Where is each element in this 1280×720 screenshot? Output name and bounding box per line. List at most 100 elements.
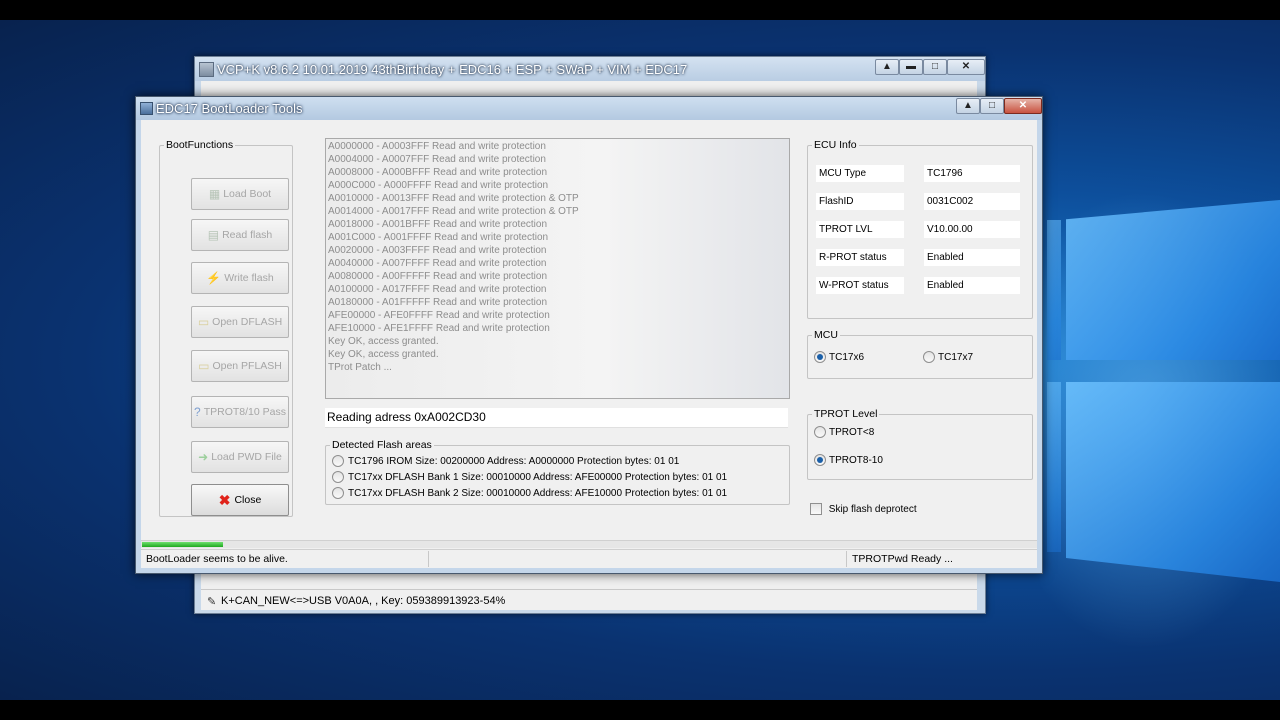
load-boot-label: Load Boot — [223, 188, 272, 200]
read-flash-label: Read flash — [222, 229, 273, 241]
ecu-info-key: MCU Type — [816, 165, 904, 182]
tprot-option-label: TPROT8-10 — [829, 454, 883, 466]
status-right-text: TPROTPwd Ready ... — [852, 553, 953, 565]
tprot-pass-label: TPROT8/10 Pass — [203, 406, 286, 418]
progress-bar — [141, 540, 1037, 548]
close-label: Close — [234, 494, 262, 506]
ecu-info-row: W-PROT status Enabled — [816, 277, 1024, 294]
vcp-minimize-button[interactable]: ▲ — [875, 59, 899, 75]
log-line: A0018000 - A001BFFF Read and write prote… — [328, 219, 548, 230]
ecu-info-group: ECU Info MCU Type TC1796 FlashID 0031C00… — [807, 139, 1033, 319]
skip-flash-deprotect-checkbox[interactable] — [810, 503, 822, 515]
skip-flash-deprotect-option[interactable]: Skip flash deprotect — [810, 503, 917, 515]
tprot-option-lt8[interactable]: TPROT<8 — [814, 426, 874, 438]
flash-area-row[interactable]: TC1796 IROM Size: 00200000 Address: A000… — [332, 455, 679, 467]
tprot-option-8-10[interactable]: TPROT8-10 — [814, 454, 883, 466]
ecu-info-value[interactable]: Enabled — [924, 249, 1020, 266]
edc-statusbar: BootLoader seems to be alive. TPROTPwd R… — [141, 549, 1037, 568]
close-icon: ✖ — [218, 491, 231, 508]
edc-titlebar[interactable]: EDC17 BootLoader Tools ▲ □ ✕ — [136, 97, 1042, 120]
log-line: A0008000 - A000BFFF Read and write prote… — [328, 167, 548, 178]
log-line: A0000000 - A0003FFF Read and write prote… — [328, 141, 546, 152]
write-flash-button[interactable]: ⚡ Write flash — [191, 262, 289, 294]
edc-maximize-button[interactable]: □ — [980, 98, 1004, 114]
windows-logo-pane-top — [1066, 200, 1280, 360]
log-line: A0080000 - A00FFFFF Read and write prote… — [328, 271, 548, 282]
read-flash-button[interactable]: ▤ Read flash — [191, 219, 289, 251]
log-line: AFE00000 - AFE0FFFF Read and write prote… — [328, 310, 550, 321]
ecu-info-row: MCU Type TC1796 — [816, 165, 1024, 182]
edc-minimize-button[interactable]: ▲ — [956, 98, 980, 114]
log-line: Key OK, access granted. — [328, 336, 439, 347]
mcu-option-label: TC17x6 — [829, 351, 865, 363]
open-dflash-button[interactable]: ▭ Open DFLASH — [191, 306, 289, 338]
load-pwd-file-label: Load PWD File — [211, 451, 282, 463]
tprot-radio-lt8[interactable] — [814, 426, 826, 438]
vcp-maximize-button[interactable]: □ — [923, 59, 947, 75]
ecu-info-value[interactable]: Enabled — [924, 277, 1020, 294]
tprot-level-group: TPROT Level TPROT<8 TPROT8-10 — [807, 408, 1033, 480]
log-line: A0040000 - A007FFFF Read and write prote… — [328, 258, 547, 269]
flash-area-label: TC1796 IROM Size: 00200000 Address: A000… — [348, 455, 680, 467]
tprot-pass-button[interactable]: ? TPROT8/10 Pass — [191, 396, 289, 428]
ecu-info-key: TPROT LVL — [816, 221, 904, 238]
reading-address-field: Reading adress 0xA002CD30 — [325, 408, 788, 428]
load-pwd-file-button[interactable]: ➜ Load PWD File — [191, 441, 289, 473]
edc-app-icon — [140, 102, 153, 115]
log-output[interactable]: A0000000 - A0003FFF Read and write prote… — [325, 138, 790, 399]
edc-client-area: BootFunctions ▦ Load Boot ▤ Read flash ⚡… — [141, 120, 1037, 568]
open-dflash-label: Open DFLASH — [212, 316, 283, 328]
log-line: A0014000 - A0017FFF Read and write prote… — [328, 206, 579, 217]
edc-window-title: EDC17 BootLoader Tools — [156, 101, 303, 116]
log-line: TProt Patch ... — [328, 362, 392, 373]
flash-area-row[interactable]: TC17xx DFLASH Bank 2 Size: 00010000 Addr… — [332, 487, 727, 499]
log-line: A000C000 - A000FFFF Read and write prote… — [328, 180, 549, 191]
status-separator — [846, 551, 847, 567]
boot-functions-group: BootFunctions ▦ Load Boot ▤ Read flash ⚡… — [159, 139, 293, 517]
mcu-option-tc17x7[interactable]: TC17x7 — [923, 351, 973, 363]
app-icon — [199, 62, 214, 77]
log-line: A0020000 - A003FFFF Read and write prote… — [328, 245, 547, 256]
ecu-info-value[interactable]: TC1796 — [924, 165, 1020, 182]
log-line: A0100000 - A017FFFF Read and write prote… — [328, 284, 547, 295]
flash-area-label: TC17xx DFLASH Bank 1 Size: 00010000 Addr… — [348, 471, 728, 483]
mcu-option-label: TC17x7 — [938, 351, 974, 363]
mcu-option-tc17x6[interactable]: TC17x6 — [814, 351, 864, 363]
detected-flash-group: Detected Flash areas TC1796 IROM Size: 0… — [325, 439, 790, 505]
ecu-info-value[interactable]: V10.00.00 — [924, 221, 1020, 238]
boot-functions-legend: BootFunctions — [166, 139, 234, 151]
flash-area-radio[interactable] — [332, 455, 344, 467]
vcp-restore-button[interactable]: ▬ — [899, 59, 923, 75]
tprot-radio-8-10[interactable] — [814, 454, 826, 466]
arrow-right-icon: ➜ — [198, 450, 209, 464]
mcu-legend: MCU — [814, 329, 838, 341]
close-button[interactable]: ✖ Close — [191, 484, 289, 516]
windows-logo-pane-left-bottom — [1047, 382, 1061, 552]
vcp-close-button[interactable]: ✕ — [947, 59, 985, 75]
flash-area-label: TC17xx DFLASH Bank 2 Size: 00010000 Addr… — [348, 487, 728, 499]
vcp-window-title: VCP+K v8.6.2 10.01.2019 43thBirthday + E… — [217, 62, 688, 77]
mcu-radio-tc17x7[interactable] — [923, 351, 935, 363]
load-boot-button[interactable]: ▦ Load Boot — [191, 178, 289, 210]
connection-status: K+CAN_NEW<=>USB V0A0A, , Key: 0593899139… — [221, 595, 506, 607]
log-line: AFE10000 - AFE1FFFF Read and write prote… — [328, 323, 550, 334]
ecu-info-row: TPROT LVL V10.00.00 — [816, 221, 1024, 238]
ecu-info-row: FlashID 0031C002 — [816, 193, 1024, 210]
vcp-titlebar[interactable]: VCP+K v8.6.2 10.01.2019 43thBirthday + E… — [195, 57, 985, 81]
flash-area-row[interactable]: TC17xx DFLASH Bank 1 Size: 00010000 Addr… — [332, 471, 727, 483]
mcu-radio-tc17x6[interactable] — [814, 351, 826, 363]
read-flash-icon: ▤ — [207, 228, 220, 242]
log-line: Key OK, access granted. — [328, 349, 439, 360]
log-line: A0010000 - A0013FFF Read and write prote… — [328, 193, 579, 204]
flash-area-radio[interactable] — [332, 487, 344, 499]
load-boot-icon: ▦ — [208, 187, 221, 201]
vcp-statusbar: ✎ K+CAN_NEW<=>USB V0A0A, , Key: 05938991… — [201, 589, 977, 610]
edc-close-button[interactable]: ✕ — [1004, 98, 1042, 114]
ecu-info-value[interactable]: 0031C002 — [924, 193, 1020, 210]
open-pflash-button[interactable]: ▭ Open PFLASH — [191, 350, 289, 382]
flash-area-radio[interactable] — [332, 471, 344, 483]
ecu-info-legend: ECU Info — [814, 139, 857, 151]
folder-icon: ▭ — [197, 315, 210, 329]
help-icon: ? — [194, 405, 201, 419]
log-line: A0180000 - A01FFFFF Read and write prote… — [328, 297, 548, 308]
